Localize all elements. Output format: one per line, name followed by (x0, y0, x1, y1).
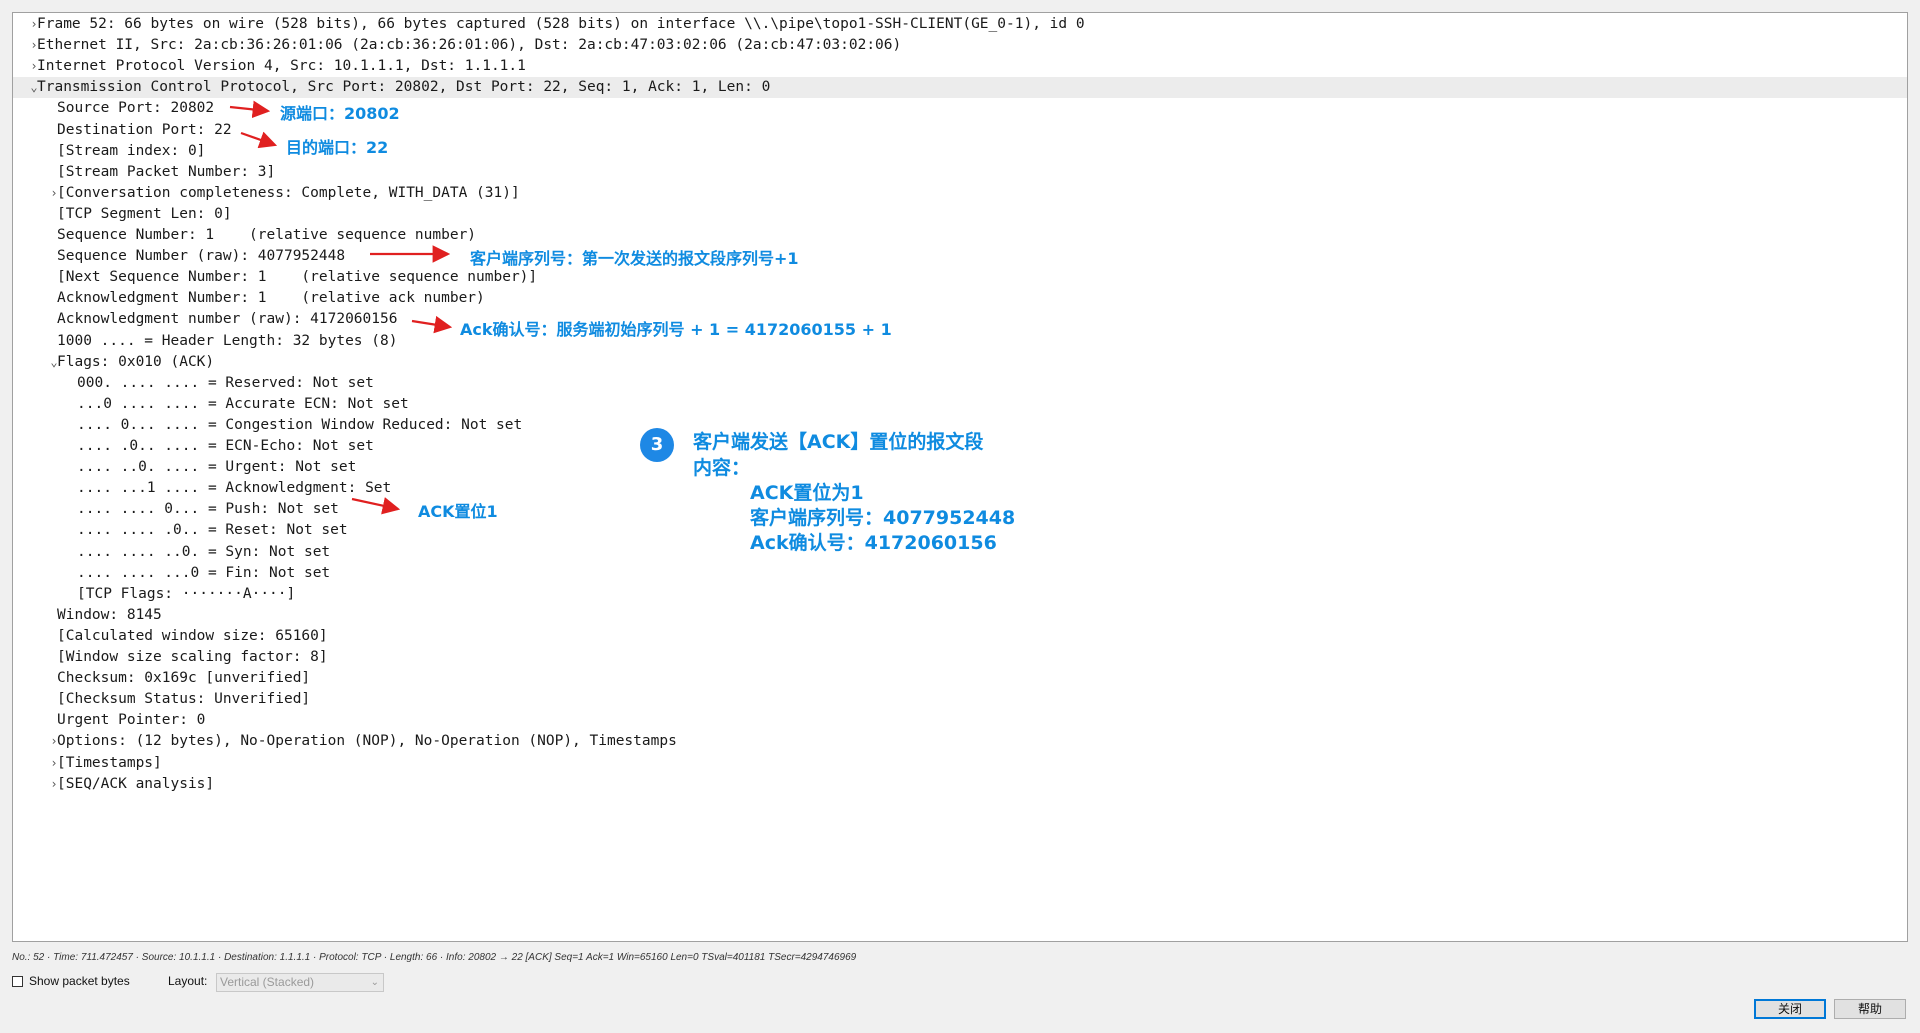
tree-row-text: [Timestamps] (57, 754, 162, 771)
tree-row[interactable]: 000. .... .... = Reserved: Not set (13, 373, 1907, 394)
tree-row-text: Sequence Number (raw): 4077952448 (57, 248, 346, 265)
tree-row[interactable]: .... .... ...0 = Fin: Not set (13, 563, 1907, 584)
summary-ack-number: Ack确认号：4172060156 (750, 532, 997, 554)
tree-row-text: [Conversation completeness: Complete, WI… (57, 184, 520, 201)
tree-row-text: 000. .... .... = Reserved: Not set (77, 374, 374, 391)
tree-row-text: .... ...1 .... = Acknowledgment: Set (77, 480, 392, 497)
tree-row[interactable]: Acknowledgment Number: 1 (relative ack n… (13, 288, 1907, 309)
tree-row-text: Acknowledgment number (raw): 4172060156 (57, 311, 398, 328)
tree-row[interactable]: .... ...1 .... = Acknowledgment: Set (13, 478, 1907, 499)
tree-row-text: Urgent Pointer: 0 (57, 712, 206, 729)
tree-row[interactable]: Window: 8145 (13, 605, 1907, 626)
layout-label: Layout: (168, 974, 208, 988)
tree-row-text: [Next Sequence Number: 1 (relative seque… (57, 269, 538, 286)
tree-row-text: 1000 .... = Header Length: 32 bytes (8) (57, 332, 398, 349)
tree-row[interactable]: [Window size scaling factor: 8] (13, 647, 1907, 668)
summary-title: 客户端发送【ACK】置位的报文段 (693, 431, 984, 453)
chevron-down-icon: ⌄ (370, 977, 379, 988)
annotation-dest-port: 目的端口：22 (286, 138, 389, 157)
tree-row-text: ...0 .... .... = Accurate ECN: Not set (77, 395, 409, 412)
layout-select: Vertical (Stacked) ⌄ (216, 973, 384, 992)
tree-row-text: [Stream index: 0] (57, 142, 206, 159)
tree-row[interactable]: 1000 .... = Header Length: 32 bytes (8) (13, 331, 1907, 352)
tree-row-text: [Calculated window size: 65160] (57, 627, 328, 644)
summary-client-seq: 客户端序列号：4077952448 (750, 507, 1016, 529)
tree-row-text: [Checksum Status: Unverified] (57, 691, 311, 708)
tree-row-text: Transmission Control Protocol, Src Port:… (37, 79, 771, 96)
tree-row[interactable]: [TCP Flags: ·······A····] (13, 584, 1907, 605)
tree-row[interactable]: [Next Sequence Number: 1 (relative seque… (13, 267, 1907, 288)
tree-row-text: .... .... 0... = Push: Not set (77, 501, 339, 518)
tree-row[interactable]: ⌄ Flags: 0x010 (ACK) (13, 352, 1907, 373)
tree-row-text: Window: 8145 (57, 606, 162, 623)
annotation-ack-flag: ACK置位1 (418, 502, 498, 521)
tree-row-text: .... ..0. .... = Urgent: Not set (77, 459, 357, 476)
annotation-client-seq: 客户端序列号：第一次发送的报文段序列号+1 (470, 249, 799, 268)
tree-row[interactable]: › Frame 52: 66 bytes on wire (528 bits), … (13, 14, 1907, 35)
tree-row[interactable]: › [Timestamps] (13, 753, 1907, 774)
tree-row-text: [Window size scaling factor: 8] (57, 649, 328, 665)
tree-row-text: [TCP Segment Len: 0] (57, 205, 232, 222)
tree-row-text: [TCP Flags: ·······A····] (77, 585, 296, 602)
tree-row-text: Destination Port: 22 (57, 121, 232, 138)
tree-row[interactable]: .... ..0. .... = Urgent: Not set (13, 457, 1907, 478)
tree-row-text: Options: (12 bytes), No-Operation (NOP),… (57, 733, 677, 750)
tree-row-text: .... .... .0.. = Reset: Not set (77, 522, 348, 539)
show-packet-bytes-label[interactable]: Show packet bytes (29, 974, 130, 988)
tree-row[interactable]: ...0 .... .... = Accurate ECN: Not set (13, 394, 1907, 415)
step-badge: 3 (640, 428, 674, 462)
bottom-options-bar: Show packet bytes Layout: Vertical (Stac… (12, 973, 712, 993)
tree-row-text: Sequence Number: 1 (relative sequence nu… (57, 227, 477, 243)
tree-row[interactable]: › Ethernet II, Src: 2a:cb:36:26:01:06 (2a… (13, 35, 1907, 56)
tree-row-text: Checksum: 0x169c [unverified] (57, 670, 311, 687)
tree-row[interactable]: › [SEQ/ACK analysis] (13, 774, 1907, 795)
tree-row[interactable]: › Options: (12 bytes), No-Operation (NOP)… (13, 731, 1907, 752)
tree-row[interactable]: [Stream Packet Number: 3] (13, 162, 1907, 183)
tree-row-text: [SEQ/ACK analysis] (57, 775, 215, 792)
tree-row[interactable]: Sequence Number: 1 (relative sequence nu… (13, 225, 1907, 246)
tree-row-text: .... .... ..0. = Syn: Not set (77, 543, 331, 560)
tree-row-text: .... .0.. .... = ECN-Echo: Not set (77, 438, 374, 454)
tree-row-text: .... .... ...0 = Fin: Not set (77, 564, 331, 581)
tree-row[interactable]: Urgent Pointer: 0 (13, 710, 1907, 731)
tree-row-text: Acknowledgment Number: 1 (relative ack n… (57, 290, 485, 307)
summary-content-label: 内容： (693, 457, 751, 479)
annotation-source-port: 源端口：20802 (280, 104, 400, 123)
tree-row-text: Frame 52: 66 bytes on wire (528 bits), 6… (37, 16, 1085, 32)
annotation-ack-number: Ack确认号：服务端初始序列号 + 1 = 4172060155 + 1 (460, 320, 892, 339)
tree-row[interactable]: › [Conversation completeness: Complete, W… (13, 183, 1907, 204)
tree-row[interactable]: Acknowledgment number (raw): 4172060156 (13, 309, 1907, 330)
packet-summary-status: No.: 52 · Time: 711.472457 · Source: 10.… (12, 952, 857, 963)
tree-row[interactable]: [Calculated window size: 65160] (13, 626, 1907, 647)
summary-ack-flag: ACK置位为1 (750, 482, 864, 504)
tree-row[interactable]: [Checksum Status: Unverified] (13, 689, 1907, 710)
help-button[interactable]: 帮助 (1834, 999, 1906, 1019)
tree-row[interactable]: Checksum: 0x169c [unverified] (13, 668, 1907, 689)
tree-row-text: Source Port: 20802 (57, 100, 215, 117)
tree-row-text: [Stream Packet Number: 3] (57, 163, 276, 180)
tree-row-text: Ethernet II, Src: 2a:cb:36:26:01:06 (2a:… (37, 37, 902, 54)
close-button[interactable]: 关闭 (1754, 999, 1826, 1019)
show-packet-bytes-checkbox[interactable] (12, 976, 23, 987)
layout-select-value: Vertical (Stacked) (220, 975, 315, 989)
tree-row[interactable]: › Internet Protocol Version 4, Src: 10.1.… (13, 56, 1907, 77)
tree-row-text: Flags: 0x010 (ACK) (57, 353, 215, 370)
tree-row[interactable]: [TCP Segment Len: 0] (13, 204, 1907, 225)
tree-row[interactable]: Sequence Number (raw): 4077952448 (13, 246, 1907, 267)
tree-row-text: .... 0... .... = Congestion Window Reduc… (77, 416, 523, 433)
tree-row[interactable]: ⌄ Transmission Control Protocol, Src Port… (13, 77, 1907, 99)
tree-row-text: Internet Protocol Version 4, Src: 10.1.1… (37, 58, 526, 75)
